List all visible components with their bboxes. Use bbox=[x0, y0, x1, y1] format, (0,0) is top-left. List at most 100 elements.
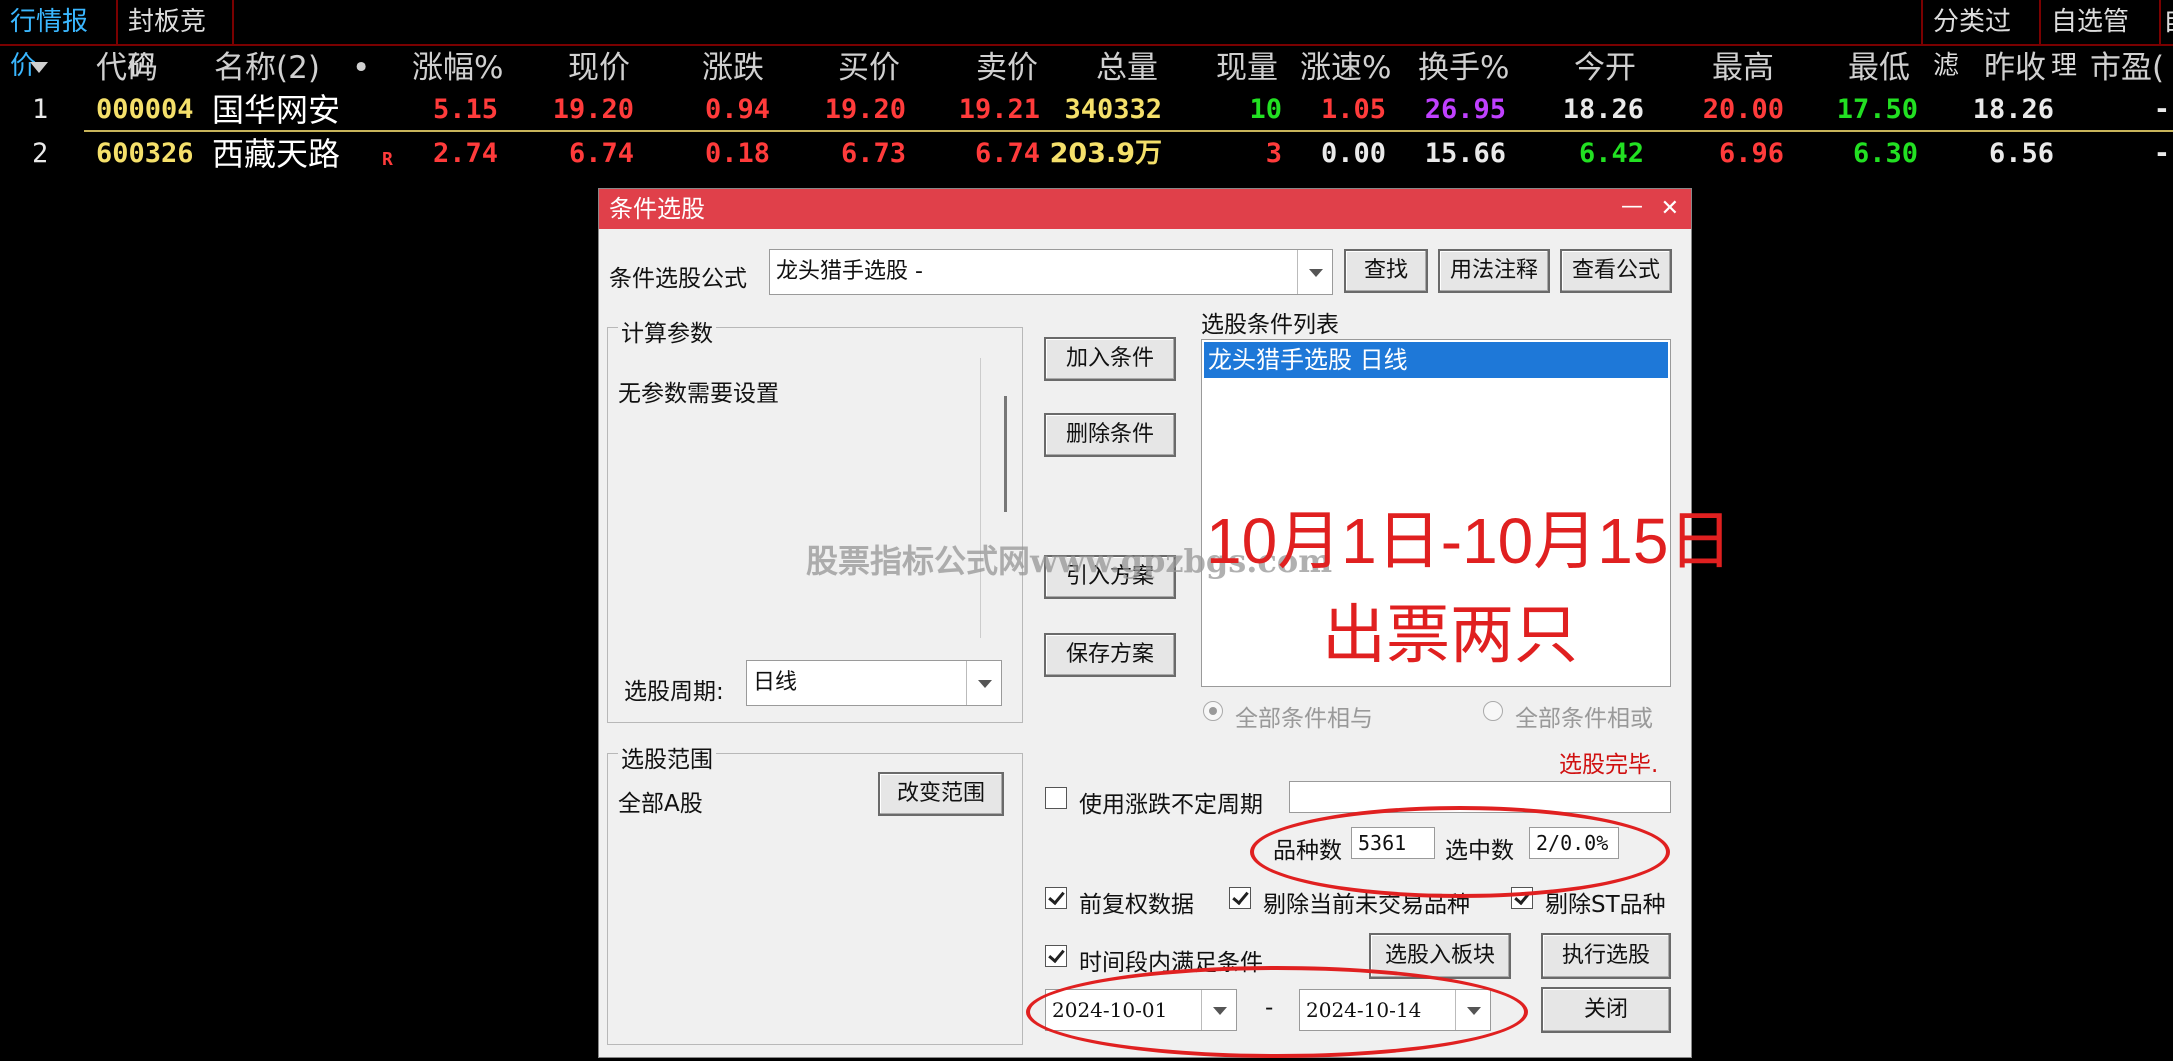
row-low: 17.50 bbox=[1836, 94, 1918, 125]
minimize-icon[interactable]: — bbox=[1621, 187, 1643, 227]
radio-all-or[interactable] bbox=[1483, 701, 1503, 721]
exclude-untraded-checkbox[interactable] bbox=[1229, 887, 1251, 909]
row-pe: - bbox=[2153, 138, 2170, 169]
tab-self-manage[interactable]: 自选管理 bbox=[2041, 0, 2161, 81]
sort-arrow-icon[interactable] bbox=[28, 46, 52, 90]
row-name: 西藏天路 bbox=[212, 135, 341, 173]
col-dot: • bbox=[352, 50, 371, 86]
formula-select[interactable]: 龙头猎手选股 - bbox=[769, 249, 1333, 295]
column-header: 代码 名称(2) • 涨幅% 现价 涨跌 买价 卖价 总量 现量 涨速% 换手%… bbox=[0, 46, 2173, 90]
col-high[interactable]: 最高 bbox=[1712, 46, 1774, 90]
save-plan-button[interactable]: 保存方案 bbox=[1044, 633, 1176, 677]
row-speed: 0.00 bbox=[1320, 138, 1386, 169]
radio-all-and-label: 全部条件相与 bbox=[1235, 706, 1373, 732]
row-chg-pct: 2.74 bbox=[432, 138, 498, 169]
col-pe[interactable]: 市盈( bbox=[2090, 46, 2164, 90]
add-condition-button[interactable]: 加入条件 bbox=[1044, 337, 1176, 381]
params-group: 计算参数 无参数需要设置 选股周期: 日线 bbox=[607, 314, 1023, 723]
forward-adjust-checkbox[interactable] bbox=[1045, 887, 1067, 909]
period-label: 选股周期: bbox=[624, 679, 724, 705]
col-prev[interactable]: 昨收 bbox=[1984, 46, 2046, 90]
view-formula-button[interactable]: 查看公式 bbox=[1560, 249, 1672, 293]
col-price[interactable]: 现价 bbox=[568, 46, 630, 90]
row-speed: 1.05 bbox=[1320, 94, 1386, 125]
row-prev: 6.56 bbox=[1988, 138, 2054, 169]
row-index: 1 bbox=[32, 94, 49, 125]
tab-filter[interactable]: 分类过滤 bbox=[1921, 0, 2041, 81]
time-range-checkbox[interactable] bbox=[1045, 945, 1067, 967]
forward-adjust-label: 前复权数据 bbox=[1079, 892, 1194, 918]
radio-all-or-label: 全部条件相或 bbox=[1515, 706, 1653, 732]
row-code: 600326 bbox=[96, 138, 194, 169]
params-divider bbox=[980, 358, 981, 638]
formula-value: 龙头猎手选股 - bbox=[776, 259, 923, 284]
row-pe: - bbox=[2153, 94, 2170, 125]
row-open: 18.26 bbox=[1562, 94, 1644, 125]
col-open[interactable]: 今开 bbox=[1574, 46, 1636, 90]
chevron-down-icon[interactable] bbox=[966, 661, 1001, 705]
row-name: 国华网安 bbox=[212, 91, 341, 129]
col-cur-vol[interactable]: 现量 bbox=[1216, 46, 1278, 90]
dialog-title: 条件选股 bbox=[609, 195, 705, 223]
row-flag: R bbox=[382, 149, 393, 170]
table-row[interactable]: 1 000004 国华网安 5.15 19.20 0.94 19.20 19.2… bbox=[0, 88, 2173, 132]
chevron-down-icon[interactable] bbox=[1297, 250, 1332, 294]
row-cur-vol: 10 bbox=[1249, 94, 1282, 125]
change-scope-button[interactable]: 改变范围 bbox=[878, 772, 1004, 816]
condition-list-label: 选股条件列表 bbox=[1201, 312, 1339, 338]
period-value: 日线 bbox=[753, 670, 798, 695]
row-cur-vol: 3 bbox=[1265, 138, 1282, 169]
delete-condition-button[interactable]: 删除条件 bbox=[1044, 413, 1176, 457]
row-high: 20.00 bbox=[1702, 94, 1784, 125]
annotation-date-range: 10月1日-10月15日 bbox=[1206, 505, 1733, 577]
params-scrollbar[interactable] bbox=[1004, 396, 1007, 512]
dialog-title-bar[interactable]: 条件选股 — ✕ bbox=[599, 189, 1691, 229]
close-icon[interactable]: ✕ bbox=[1661, 189, 1679, 229]
top-tab-bar: 行情报价 封板竞价 分类过滤 自选管理 自 bbox=[0, 0, 2173, 81]
col-chg[interactable]: 涨跌 bbox=[702, 46, 764, 90]
col-name[interactable]: 名称(2) bbox=[214, 46, 320, 90]
row-high: 6.96 bbox=[1718, 138, 1784, 169]
tab-bidding[interactable]: 封板竞价 bbox=[118, 0, 234, 81]
row-index: 2 bbox=[32, 138, 49, 169]
row-code: 000004 bbox=[96, 94, 194, 125]
radio-all-and[interactable] bbox=[1203, 701, 1223, 721]
usage-notes-button[interactable]: 用法注释 bbox=[1438, 249, 1550, 293]
use-period-label: 使用涨跌不定周期 bbox=[1079, 792, 1263, 818]
params-text: 无参数需要设置 bbox=[618, 381, 779, 407]
scope-group-label: 选股范围 bbox=[618, 740, 716, 774]
col-turnover[interactable]: 换手% bbox=[1418, 46, 1509, 90]
row-open: 6.42 bbox=[1578, 138, 1644, 169]
col-chg-pct[interactable]: 涨幅% bbox=[412, 46, 503, 90]
find-button[interactable]: 查找 bbox=[1344, 249, 1428, 293]
table-row[interactable]: 2 600326 西藏天路 R 2.74 6.74 0.18 6.73 6.74… bbox=[0, 132, 2173, 176]
condition-list-item[interactable]: 龙头猎手选股 日线 bbox=[1204, 342, 1668, 378]
row-chg: 0.94 bbox=[704, 94, 770, 125]
row-prev: 18.26 bbox=[1972, 94, 2054, 125]
close-button[interactable]: 关闭 bbox=[1541, 987, 1671, 1033]
tab-quote[interactable]: 行情报价 bbox=[0, 0, 118, 81]
col-speed[interactable]: 涨速% bbox=[1300, 46, 1391, 90]
col-code[interactable]: 代码 bbox=[96, 46, 158, 90]
params-group-label: 计算参数 bbox=[618, 314, 716, 348]
row-volume: 340332 bbox=[1064, 94, 1162, 125]
tab-partial[interactable]: 自 bbox=[2161, 0, 2173, 44]
row-chg: 0.18 bbox=[704, 138, 770, 169]
col-volume[interactable]: 总量 bbox=[1096, 46, 1158, 90]
col-ask[interactable]: 卖价 bbox=[976, 46, 1038, 90]
period-select[interactable]: 日线 bbox=[746, 660, 1002, 706]
use-period-checkbox[interactable] bbox=[1045, 787, 1067, 809]
row-price: 6.74 bbox=[568, 138, 634, 169]
row-turnover: 26.95 bbox=[1424, 94, 1506, 125]
col-bid[interactable]: 买价 bbox=[838, 46, 900, 90]
row-bid: 6.73 bbox=[840, 138, 906, 169]
col-low[interactable]: 最低 bbox=[1848, 46, 1910, 90]
execute-button[interactable]: 执行选股 bbox=[1541, 933, 1671, 979]
row-ask: 6.74 bbox=[974, 138, 1040, 169]
annotation-oval-count bbox=[1250, 806, 1670, 898]
row-bid: 19.20 bbox=[824, 94, 906, 125]
scope-value: 全部A股 bbox=[618, 791, 703, 817]
status-text: 选股完毕. bbox=[1559, 752, 1659, 778]
row-volume: 203.9万 bbox=[1049, 138, 1162, 169]
formula-label: 条件选股公式 bbox=[609, 266, 747, 292]
